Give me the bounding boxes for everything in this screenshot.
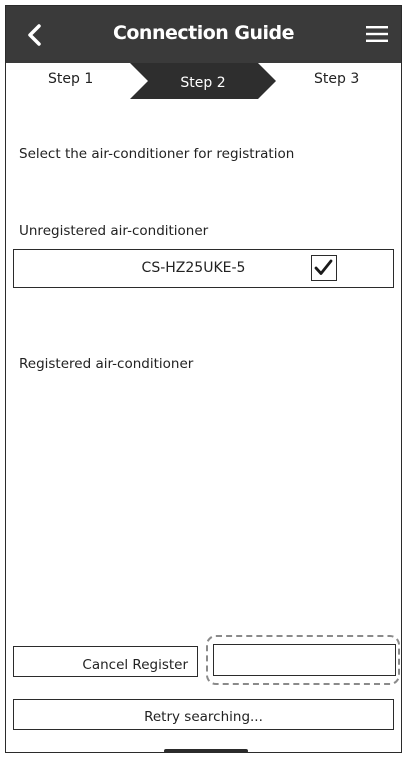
app-screen: Connection Guide Step 1 Step 2 Step 3 Se… [5,5,402,753]
cancel-register-button[interactable]: Cancel Register [13,646,198,677]
unregistered-ac-item[interactable]: CS-HZ25UKE-5 [13,249,394,288]
step-1-label: Step 1 [48,71,94,87]
ac-select-checkbox[interactable] [311,255,337,281]
register-button-highlighted[interactable] [213,644,396,676]
step-2-label: Step 2 [180,75,226,91]
menu-button[interactable] [365,23,389,45]
hamburger-menu-icon [366,26,388,42]
registered-section-label: Registered air-conditioner [19,356,194,372]
unregistered-section-label: Unregistered air-conditioner [19,223,209,239]
home-indicator-bar [164,749,248,752]
step-3-label: Step 3 [314,71,360,87]
header-bar: Connection Guide [6,6,401,63]
retry-searching-button[interactable]: Retry searching... [13,699,394,730]
step-indicator: Step 1 Step 2 Step 3 [6,63,401,99]
page-title: Connection Guide [112,22,295,44]
instruction-text: Select the air-conditioner for registrat… [19,146,295,162]
checkmark-icon [314,259,333,275]
